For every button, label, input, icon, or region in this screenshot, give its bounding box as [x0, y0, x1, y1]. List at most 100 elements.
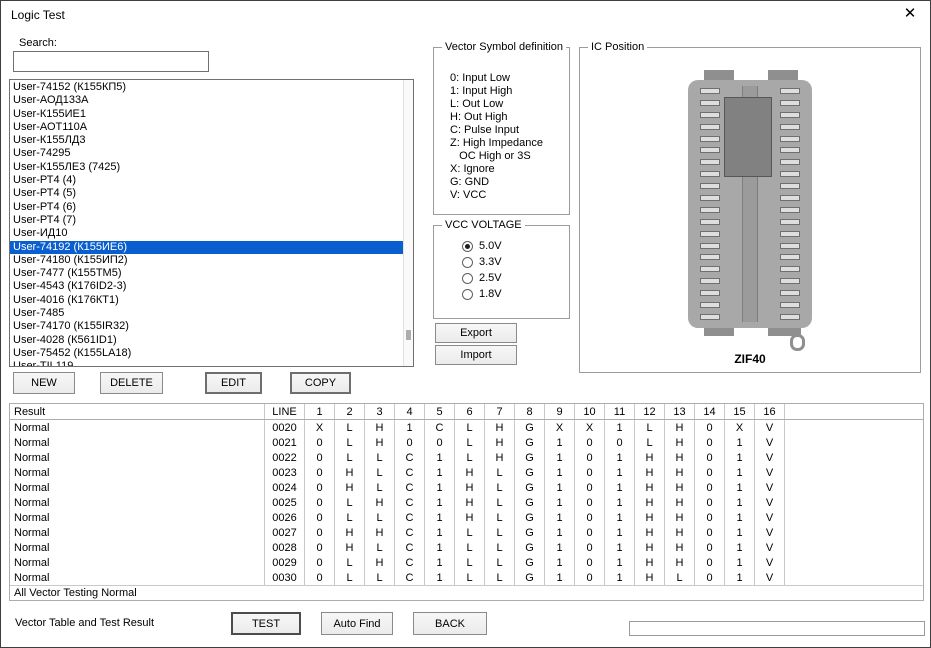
list-item[interactable]: User-74295 [10, 147, 403, 160]
vector-cell: 1 [605, 570, 635, 585]
pin-slot [780, 231, 800, 237]
list-item[interactable]: User-74192 (К155ИЕ6) [10, 241, 403, 254]
list-item[interactable]: User-74152 (К155КП5) [10, 81, 403, 94]
vcc-option-label: 3.3V [479, 256, 502, 268]
vector-cell: 0 [695, 420, 725, 435]
vector-cell: 0 [305, 525, 335, 540]
vector-cell: H [365, 420, 395, 435]
list-item[interactable]: User-75452 (К155LA18) [10, 347, 403, 360]
vector-cell: 1 [425, 540, 455, 555]
row-filler [785, 465, 923, 480]
list-item[interactable]: User-74170 (К155IR32) [10, 320, 403, 333]
vector-cell: 0 [305, 570, 335, 585]
list-item[interactable]: User-РТ4 (4) [10, 174, 403, 187]
vector-cell: G [515, 540, 545, 555]
column-header: 4 [395, 404, 425, 419]
pin-slot [700, 207, 720, 213]
vcc-voltage-group-title: VCC VOLTAGE [442, 219, 525, 231]
vector-cell: C [395, 540, 425, 555]
column-header: 1 [305, 404, 335, 419]
list-item[interactable]: User-АОД133А [10, 94, 403, 107]
edit-button[interactable]: EDIT [205, 372, 262, 394]
export-button[interactable]: Export [435, 323, 517, 343]
vector-cell: 0 [305, 540, 335, 555]
vector-cell: L [365, 450, 395, 465]
vector-cell: H [635, 570, 665, 585]
list-item[interactable]: User-74180 (К155ИП2) [10, 254, 403, 267]
auto-find-button[interactable]: Auto Find [321, 612, 393, 635]
pin-slot [780, 147, 800, 153]
pin-slot [780, 243, 800, 249]
result-cell: Normal [10, 435, 265, 450]
column-header: 3 [365, 404, 395, 419]
list-item[interactable]: User-РТ4 (6) [10, 201, 403, 214]
vector-cell: H [455, 480, 485, 495]
device-list-box: User-74152 (К155КП5)User-АОД133АUser-К15… [9, 79, 414, 367]
vector-cell: 0 [575, 465, 605, 480]
list-item[interactable]: User-4543 (К176ID2-3) [10, 280, 403, 293]
vector-cell: 1 [425, 465, 455, 480]
close-icon[interactable]: ✕ [900, 5, 920, 23]
vector-cell: 0 [305, 555, 335, 570]
list-item[interactable]: User-4016 (К176КТ1) [10, 294, 403, 307]
result-cell: Normal [10, 540, 265, 555]
vector-cell: L [335, 435, 365, 450]
line-cell: 0024 [265, 480, 305, 495]
vector-cell: G [515, 510, 545, 525]
copy-button[interactable]: COPY [290, 372, 351, 394]
vector-cell: H [335, 465, 365, 480]
vector-cell: 0 [695, 525, 725, 540]
vector-cell: H [635, 555, 665, 570]
scrollbar-thumb[interactable] [406, 330, 411, 340]
list-item[interactable]: User-К155ИЕ1 [10, 108, 403, 121]
line-cell: 0025 [265, 495, 305, 510]
line-cell: 0030 [265, 570, 305, 585]
list-item[interactable]: User-РТ4 (5) [10, 187, 403, 200]
vcc-option[interactable]: 5.0V [462, 238, 565, 254]
status-label: Vector Table and Test Result [15, 617, 154, 629]
vector-cell: 0 [695, 435, 725, 450]
search-input[interactable] [13, 51, 209, 72]
vcc-option[interactable]: 1.8V [462, 286, 565, 302]
new-button[interactable]: NEW [13, 372, 75, 394]
vector-cell: G [515, 525, 545, 540]
vector-cell: G [515, 555, 545, 570]
pin-slot [780, 278, 800, 284]
import-button[interactable]: Import [435, 345, 517, 365]
pin-slot [700, 88, 720, 94]
list-item[interactable]: User-TIL119 [10, 360, 403, 366]
vector-cell: 1 [605, 525, 635, 540]
table-row: Normal00220LLC1LHG101HH01V [10, 450, 923, 465]
list-item[interactable]: User-К155ЛД3 [10, 134, 403, 147]
column-header: LINE [265, 404, 305, 419]
vector-cell: H [635, 495, 665, 510]
pin-slots-left [700, 88, 720, 320]
list-item[interactable]: User-К155ЛЕ3 (7425) [10, 161, 403, 174]
vector-symbol-group-title: Vector Symbol definition [442, 41, 566, 53]
list-item[interactable]: User-АОТ110А [10, 121, 403, 134]
line-cell: 0022 [265, 450, 305, 465]
vector-cell: V [755, 525, 785, 540]
vcc-option[interactable]: 2.5V [462, 270, 565, 286]
list-item[interactable]: User-4028 (К561ID1) [10, 334, 403, 347]
vector-cell: C [395, 555, 425, 570]
back-button[interactable]: BACK [413, 612, 487, 635]
list-scrollbar[interactable] [403, 80, 413, 366]
vector-cell: 1 [725, 495, 755, 510]
pin-slot [780, 314, 800, 320]
vector-cell: L [485, 570, 515, 585]
list-item[interactable]: User-7477 (К155ТМ5) [10, 267, 403, 280]
list-item[interactable]: User-7485 [10, 307, 403, 320]
vector-cell: H [365, 495, 395, 510]
vector-cell: L [665, 570, 695, 585]
list-item[interactable]: User-РТ4 (7) [10, 214, 403, 227]
list-item[interactable]: User-ИД10 [10, 227, 403, 240]
delete-button[interactable]: DELETE [100, 372, 163, 394]
title-bar: Logic Test ✕ [1, 1, 930, 27]
column-header: 5 [425, 404, 455, 419]
vector-cell: H [665, 510, 695, 525]
vcc-option[interactable]: 3.3V [462, 254, 565, 270]
vector-cell: H [485, 450, 515, 465]
test-button[interactable]: TEST [231, 612, 301, 635]
line-cell: 0027 [265, 525, 305, 540]
